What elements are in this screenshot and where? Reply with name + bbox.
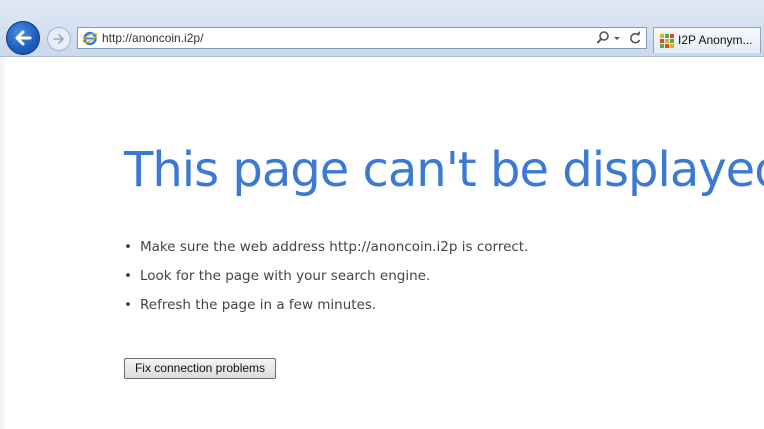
fix-connection-problems-button[interactable]: Fix connection problems: [124, 358, 276, 379]
page-left-edge: [0, 57, 7, 429]
tab-title: I2P Anonym...: [678, 33, 753, 47]
tab-i2p[interactable]: I2P Anonym...: [653, 27, 761, 53]
suggestion-item: • Look for the page with your search engi…: [124, 265, 528, 294]
bullet: •: [124, 297, 132, 313]
refresh-icon[interactable]: [628, 30, 642, 46]
error-title: This page can't be displayed: [124, 142, 764, 198]
suggestion-list: • Make sure the web address http://anonco…: [124, 236, 528, 323]
ie-logo-icon: [82, 31, 98, 46]
bullet: •: [124, 268, 132, 284]
address-url[interactable]: http://anoncoin.i2p/: [102, 31, 203, 45]
forward-arrow-icon: [53, 34, 64, 44]
back-arrow-icon: [15, 30, 32, 46]
suggestion-text: Refresh the page in a few minutes.: [140, 297, 377, 313]
address-bar[interactable]: http://anoncoin.i2p/: [77, 27, 647, 49]
i2p-favicon-icon: [660, 34, 674, 48]
browser-toolbar: http://anoncoin.i2p/ I2P Anonym...: [0, 0, 764, 57]
bullet: •: [124, 239, 132, 255]
forward-button[interactable]: [47, 27, 71, 51]
suggestion-item: • Make sure the web address http://anonco…: [124, 236, 528, 265]
suggestion-text: Look for the page with your search engin…: [140, 268, 431, 284]
suggestion-item: • Refresh the page in a few minutes.: [124, 294, 528, 323]
search-icon[interactable]: [596, 30, 610, 46]
suggestion-text: Make sure the web address http://anoncoi…: [140, 239, 529, 255]
back-button[interactable]: [6, 21, 40, 55]
dropdown-icon[interactable]: [613, 30, 621, 46]
